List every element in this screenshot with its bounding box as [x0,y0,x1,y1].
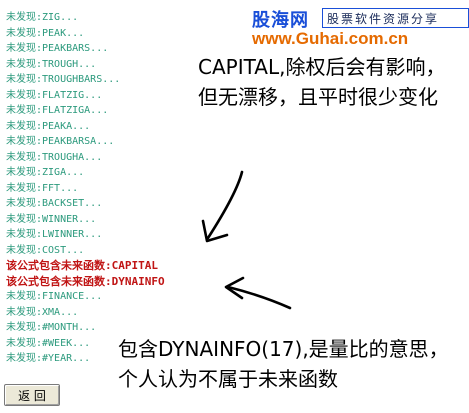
log-line: 未发现:TROUGH... [6,58,97,70]
brand-slogan: 股票软件资源分享 [327,12,440,26]
log-line-warning: 该公式包含未来函数:DYNAINFO [6,274,165,288]
log-line: 未发现:ZIG... [6,12,79,23]
log-line-warning: 该公式包含未来函数:CAPITAL [6,259,158,272]
arrow-to-capital-head [201,219,229,243]
capital-annotation: CAPITAL,除权后会有影响，但无漂移，且平时很少变化 [198,55,446,109]
log-line: 未发现:WINNER... [6,213,97,225]
log-line: 未发现:TROUGHBARS... [6,74,121,85]
log-line: 未发现:FLATZIG... [6,89,103,101]
brand-slogan-box: 股票软件资源分享 [322,8,469,28]
brand-url: www.Guhai.com.cn [252,29,409,48]
formula-check-log: 未发现:ZIG... 未发现:PEAK... 未发现:PEAKBARS... 未发现:… [6,10,206,367]
log-line: 未发现:PEAKA... [6,120,91,132]
dynainfo-annotation: 包含DYNAINFO(17),是量比的意思，个人认为不属于未来函数 [118,337,449,391]
log-line: 未发现:PEAKBARSA... [6,136,115,147]
log-line: 未发现:BACKSET... [6,198,103,209]
log-line: 未发现:PEAKBARS... [6,43,109,54]
arrow-to-dynainfo [226,285,292,310]
log-line: 未发现:TROUGHA... [6,151,103,163]
log-line: 未发现:COST... [6,244,85,256]
site-watermark: 股海网 股票软件资源分享 www.Guhai.com.cn [248,2,469,50]
log-line: 未发现:LWINNER... [6,229,103,240]
log-line: 未发现:PEAK... [6,27,85,39]
log-line: 未发现:FFT... [6,182,79,194]
log-line: 未发现:FINANCE... [6,291,103,302]
log-line: 未发现:ZIGA... [6,167,85,178]
log-line: 未发现:FLATZIGA... [6,105,109,116]
log-line: 未发现:XMA... [6,306,79,318]
back-button[interactable]: 返 回 [4,384,60,406]
arrow-to-dynainfo-head [224,276,245,300]
arrow-to-capital [206,170,244,240]
